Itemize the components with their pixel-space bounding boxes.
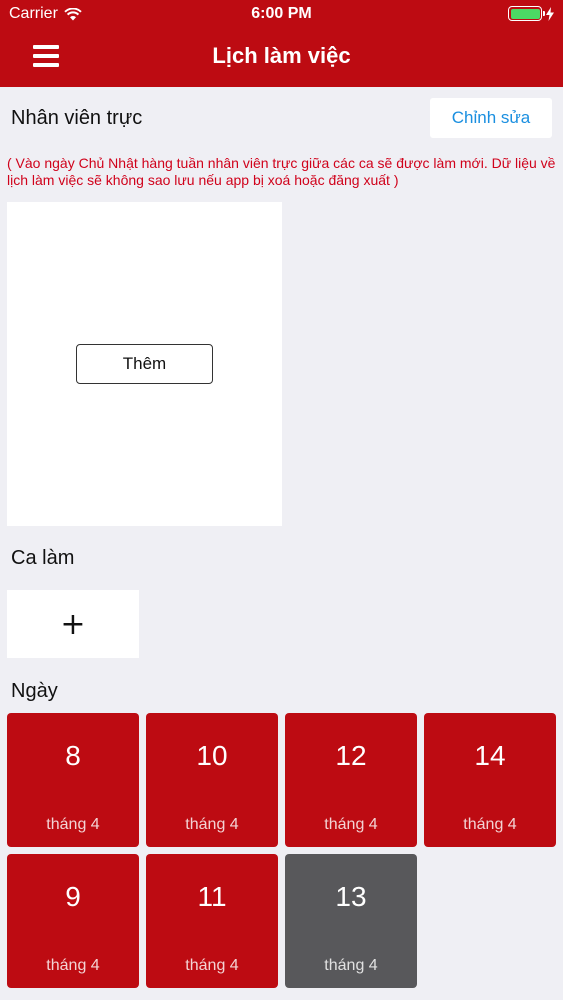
day-month: tháng 4 [46,816,100,833]
day-cell[interactable]: 14 tháng 4 [424,713,556,847]
day-month: tháng 4 [185,816,239,833]
day-number: 13 [335,881,367,912]
day-cell[interactable]: 10 tháng 4 [146,713,278,847]
day-month: tháng 4 [463,816,517,833]
add-staff-button[interactable]: Thêm [76,344,213,384]
shift-section-title: Ca làm [11,547,75,569]
day-cell[interactable]: 9 tháng 4 [7,854,139,988]
day-number: 10 [196,740,228,771]
status-right [508,6,554,21]
staff-panel: Thêm [7,202,282,526]
notice-text: ( Vào ngày Chủ Nhật hàng tuần nhân viên … [7,155,556,188]
day-number: 9 [65,881,81,912]
day-number: 14 [474,740,506,771]
add-shift-button[interactable]: + [7,590,139,658]
day-month: tháng 4 [185,957,239,974]
day-month: tháng 4 [324,816,378,833]
day-cell[interactable]: 11 tháng 4 [146,854,278,988]
day-month: tháng 4 [46,957,100,974]
day-cell-disabled[interactable]: 13 tháng 4 [285,854,417,988]
nav-bar: Lịch làm việc [0,28,563,87]
day-grid: 8 tháng 4 10 tháng 4 12 tháng 4 14 tháng… [7,713,556,990]
status-time: 6:00 PM [251,5,312,22]
charging-bolt-icon [546,6,554,21]
day-section-title: Ngày [11,680,58,702]
day-number: 12 [335,740,367,771]
page-title: Lịch làm việc [212,43,351,68]
day-number: 8 [65,740,81,771]
battery-icon [508,6,545,21]
day-month: tháng 4 [324,957,378,974]
edit-button[interactable]: Chỉnh sửa [430,98,552,138]
day-cell[interactable]: 8 tháng 4 [7,713,139,847]
staff-section-title: Nhân viên trực [11,107,143,129]
day-cell[interactable]: 12 tháng 4 [285,713,417,847]
day-number: 11 [197,881,227,912]
status-bar: Carrier 6:00 PM [0,0,563,28]
